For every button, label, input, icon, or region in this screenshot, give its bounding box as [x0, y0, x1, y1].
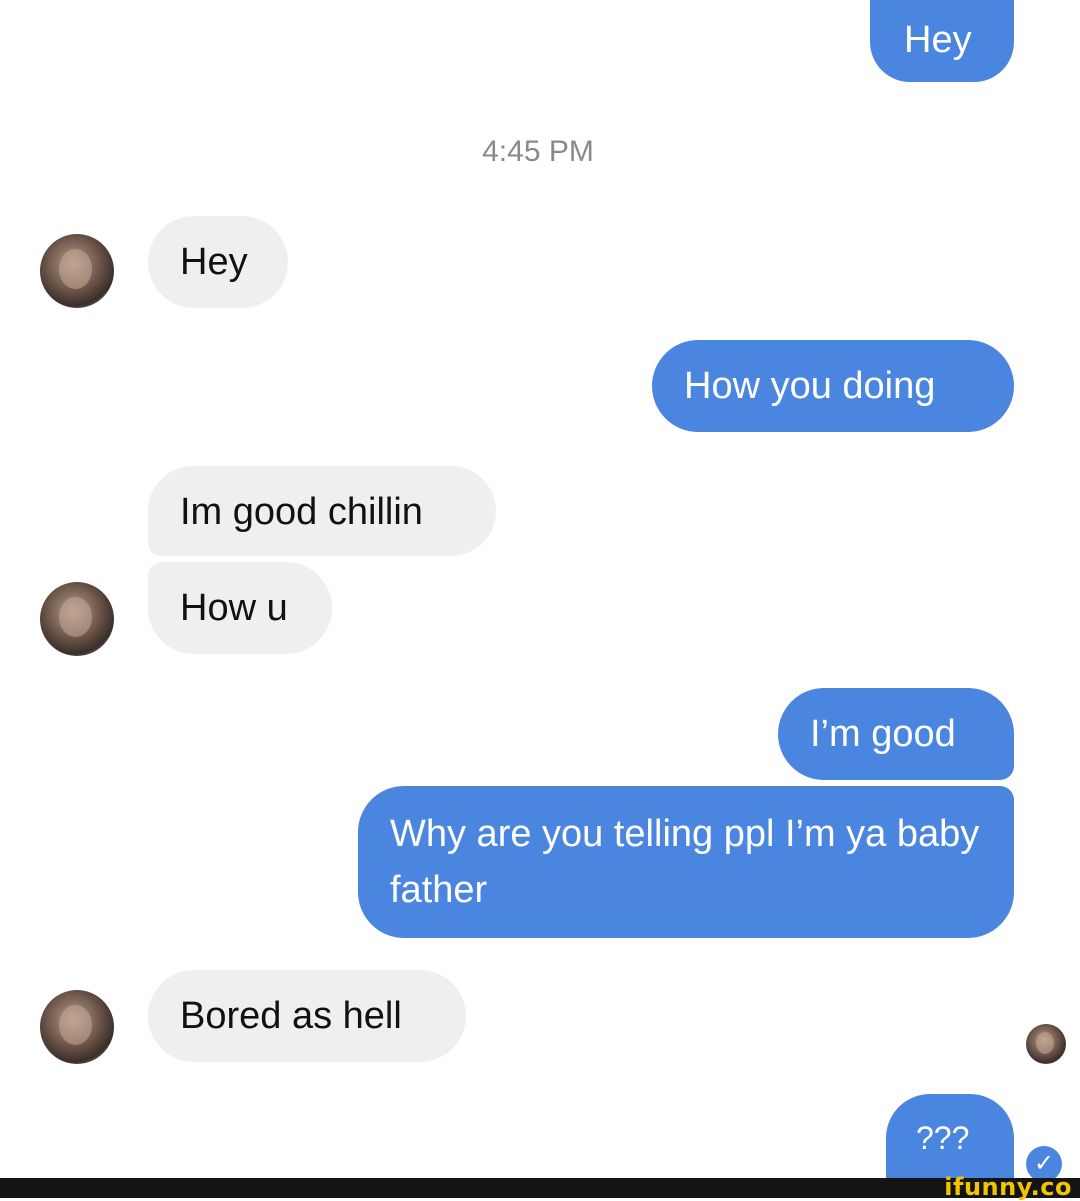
contact-avatar[interactable] — [40, 582, 114, 656]
message-text: How you doing — [684, 365, 936, 407]
watermark-logo: ifunny.co — [944, 1173, 1072, 1201]
seen-avatar — [1026, 1024, 1066, 1064]
message-text: Bored as hell — [180, 995, 402, 1037]
outgoing-message[interactable]: ??? — [886, 1094, 1014, 1180]
outgoing-message[interactable]: Why are you telling ppl I’m ya baby fath… — [358, 786, 1014, 938]
message-text: Im good chillin — [180, 491, 423, 533]
timestamp: 4:45 PM — [482, 135, 594, 168]
message-text: I’m good — [810, 713, 956, 755]
message-text: ??? — [916, 1120, 970, 1156]
outgoing-message[interactable]: I’m good — [778, 688, 1014, 780]
incoming-message[interactable]: Bored as hell — [148, 970, 466, 1062]
message-text: Why are you telling ppl I’m ya baby fath… — [390, 813, 980, 911]
incoming-message[interactable]: Im good chillin — [148, 466, 496, 556]
contact-avatar[interactable] — [40, 234, 114, 308]
incoming-message[interactable]: How u — [148, 562, 332, 654]
contact-avatar[interactable] — [40, 990, 114, 1064]
incoming-message[interactable]: Hey — [148, 216, 288, 308]
outgoing-message[interactable]: Hey — [870, 0, 1014, 82]
message-text: How u — [180, 587, 288, 629]
message-text: Hey — [904, 19, 972, 61]
chat-thread: Hey 4:45 PM Hey How you doing Im good ch… — [0, 0, 1080, 1182]
message-text: Hey — [180, 241, 248, 283]
footer-bar — [0, 1178, 1080, 1198]
outgoing-message[interactable]: How you doing — [652, 340, 1014, 432]
